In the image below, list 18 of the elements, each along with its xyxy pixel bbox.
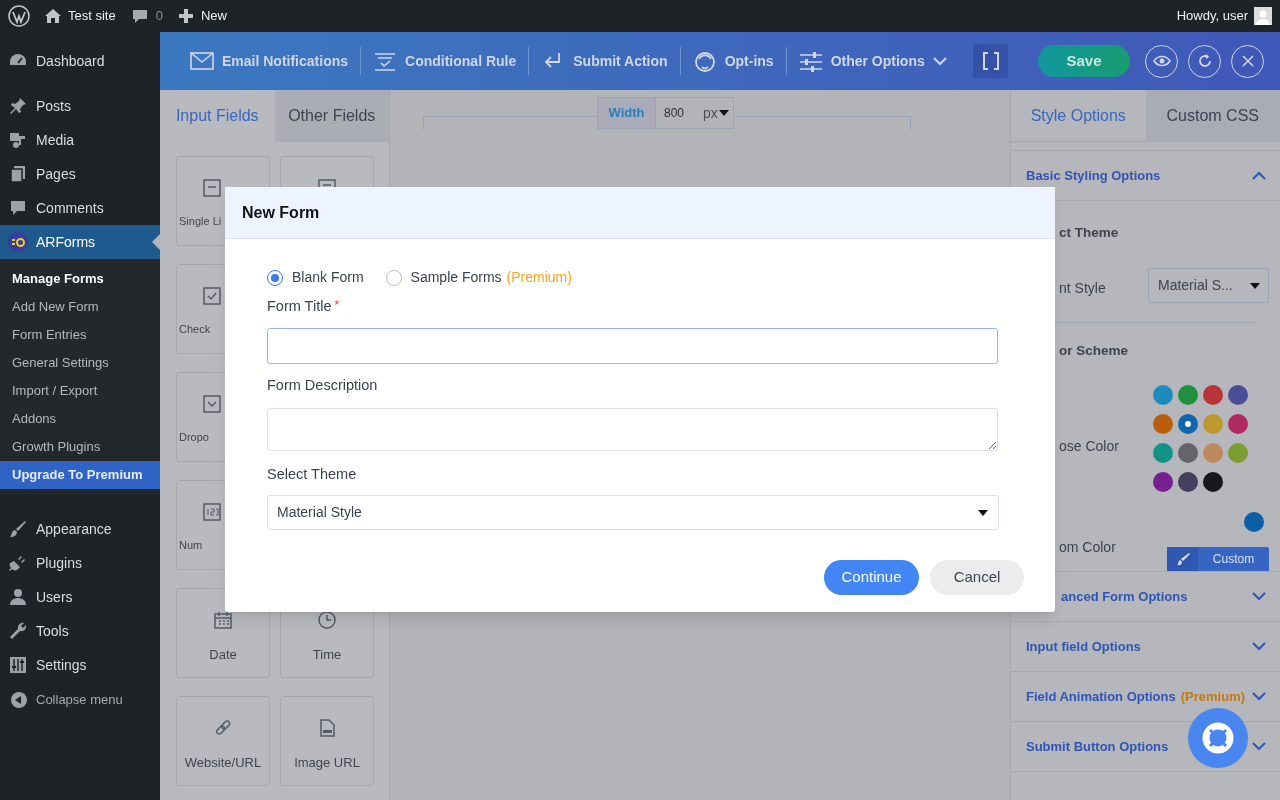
field-label: Dropo	[178, 430, 209, 445]
custom-color-label: om Color	[1059, 538, 1116, 557]
field-label: Check	[178, 322, 211, 337]
field-label: Date	[209, 646, 237, 664]
field-label: Form Description	[267, 375, 379, 395]
choose-color-label: ose Color	[1059, 437, 1119, 456]
width-label: Width	[598, 98, 655, 128]
field-label: Num	[178, 538, 203, 553]
field-label: Image URL	[294, 754, 360, 772]
field-label: Select Theme	[267, 464, 358, 484]
required-mark: *	[334, 297, 340, 314]
field-label: Form Title	[267, 297, 332, 316]
field-label: Single Li	[178, 214, 222, 229]
section-heading: or Scheme	[1059, 342, 1129, 360]
field-label: Time	[312, 646, 342, 664]
input-style-label: nt Style	[1059, 279, 1106, 298]
field-label: Website/URL	[184, 754, 262, 772]
section-heading: ct Theme	[1059, 224, 1119, 242]
